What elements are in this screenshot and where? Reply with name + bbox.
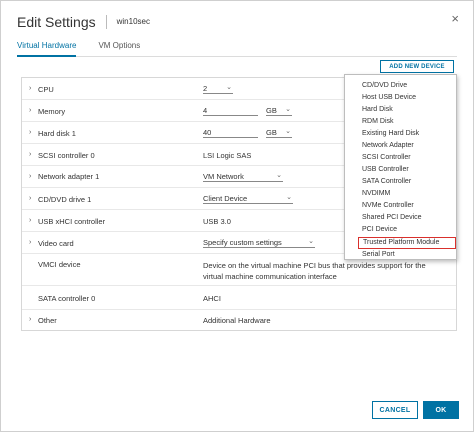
menu-item-existing-hard-disk[interactable]: Existing Hard Disk: [345, 128, 456, 140]
menu-item-usb-controller[interactable]: USB Controller: [345, 164, 456, 176]
hardware-row-other: › Other Additional Hardware: [22, 310, 456, 330]
chevron-down-icon: ⌄: [226, 84, 232, 91]
cddvd-value: Client Device: [203, 194, 248, 203]
vmci-value: Device on the virtual machine PCI bus th…: [203, 261, 426, 281]
network-value: VM Network: [203, 172, 244, 181]
vm-name: win10sec: [105, 15, 150, 29]
chevron-right-icon[interactable]: ›: [29, 316, 31, 323]
cpu-value: 2: [203, 84, 208, 93]
menu-item-nvme-controller[interactable]: NVMe Controller: [345, 200, 456, 212]
video-select[interactable]: Specify custom settings ⌄: [203, 238, 315, 248]
memory-unit-select[interactable]: GB ⌄: [266, 106, 292, 116]
chevron-right-icon[interactable]: ›: [29, 129, 31, 136]
video-label: Video card: [38, 239, 74, 248]
tab-virtual-hardware[interactable]: Virtual Hardware: [17, 39, 77, 57]
hard-disk-unit-select[interactable]: GB ⌄: [266, 128, 292, 138]
hard-disk-value: 40: [203, 128, 212, 137]
menu-item-shared-pci-device[interactable]: Shared PCI Device: [345, 212, 456, 224]
network-select[interactable]: VM Network ⌄: [203, 172, 283, 182]
cddvd-select[interactable]: Client Device ⌄: [203, 194, 293, 204]
hard-disk-input[interactable]: 40: [203, 128, 258, 138]
chevron-right-icon[interactable]: ›: [29, 85, 31, 92]
menu-item-rdm-disk[interactable]: RDM Disk: [345, 116, 456, 128]
menu-item-serial-port[interactable]: Serial Port: [345, 249, 456, 261]
memory-unit: GB: [266, 106, 277, 115]
hard-disk-unit: GB: [266, 128, 277, 137]
dialog-header: Edit Settings win10sec: [17, 11, 150, 33]
menu-item-nvdimm[interactable]: NVDIMM: [345, 188, 456, 200]
cancel-button[interactable]: CANCEL: [372, 401, 418, 419]
memory-input[interactable]: 4: [203, 106, 258, 116]
chevron-down-icon: ⌄: [285, 128, 291, 135]
usb-value: USB 3.0: [203, 217, 231, 226]
chevron-right-icon[interactable]: ›: [29, 217, 31, 224]
menu-item-host-usb-device[interactable]: Host USB Device: [345, 92, 456, 104]
chevron-down-icon: ⌄: [276, 172, 282, 179]
menu-item-sata-controller[interactable]: SATA Controller: [345, 176, 456, 188]
network-label: Network adapter 1: [38, 172, 100, 181]
menu-item-cddvd-drive[interactable]: CD/DVD Drive: [345, 80, 456, 92]
edit-settings-dialog: Edit Settings win10sec × Virtual Hardwar…: [0, 0, 474, 432]
chevron-right-icon[interactable]: ›: [29, 195, 31, 202]
other-value: Additional Hardware: [203, 316, 271, 325]
other-label: Other: [38, 316, 57, 325]
add-device-menu: CD/DVD Drive Host USB Device Hard Disk R…: [344, 74, 457, 260]
chevron-down-icon: ⌄: [308, 238, 314, 245]
scsi-label: SCSI controller 0: [38, 151, 95, 160]
add-new-device-button[interactable]: ADD NEW DEVICE: [380, 60, 454, 73]
cddvd-label: CD/DVD drive 1: [38, 195, 92, 204]
menu-item-hard-disk[interactable]: Hard Disk: [345, 104, 456, 116]
menu-item-scsi-controller[interactable]: SCSI Controller: [345, 152, 456, 164]
chevron-right-icon[interactable]: ›: [29, 107, 31, 114]
video-value: Specify custom settings: [203, 238, 282, 247]
cpu-select[interactable]: 2 ⌄: [203, 84, 233, 94]
menu-item-trusted-platform-module[interactable]: Trusted Platform Module: [358, 237, 456, 249]
menu-item-pci-device[interactable]: PCI Device: [345, 224, 456, 236]
chevron-down-icon: ⌄: [285, 106, 291, 113]
dialog-title: Edit Settings: [17, 14, 96, 30]
close-icon[interactable]: ×: [451, 12, 459, 25]
chevron-right-icon[interactable]: ›: [29, 173, 31, 180]
memory-label: Memory: [38, 107, 66, 116]
hardware-row-sata: SATA controller 0 AHCI: [22, 286, 456, 310]
memory-value: 4: [203, 106, 208, 115]
cpu-label: CPU: [38, 85, 54, 94]
chevron-right-icon[interactable]: ›: [29, 239, 31, 246]
vmci-label: VMCI device: [38, 260, 81, 269]
menu-item-network-adapter[interactable]: Network Adapter: [345, 140, 456, 152]
sata-value: AHCI: [203, 294, 221, 303]
ok-button[interactable]: OK: [423, 401, 459, 419]
tab-bar: Virtual Hardware VM Options: [17, 39, 457, 57]
sata-label: SATA controller 0: [38, 294, 96, 303]
usb-label: USB xHCI controller: [38, 217, 106, 226]
chevron-down-icon: ⌄: [286, 194, 292, 201]
hard-disk-label: Hard disk 1: [38, 129, 76, 138]
tab-vm-options[interactable]: VM Options: [98, 39, 140, 56]
scsi-value: LSI Logic SAS: [203, 151, 252, 160]
chevron-right-icon[interactable]: ›: [29, 151, 31, 158]
